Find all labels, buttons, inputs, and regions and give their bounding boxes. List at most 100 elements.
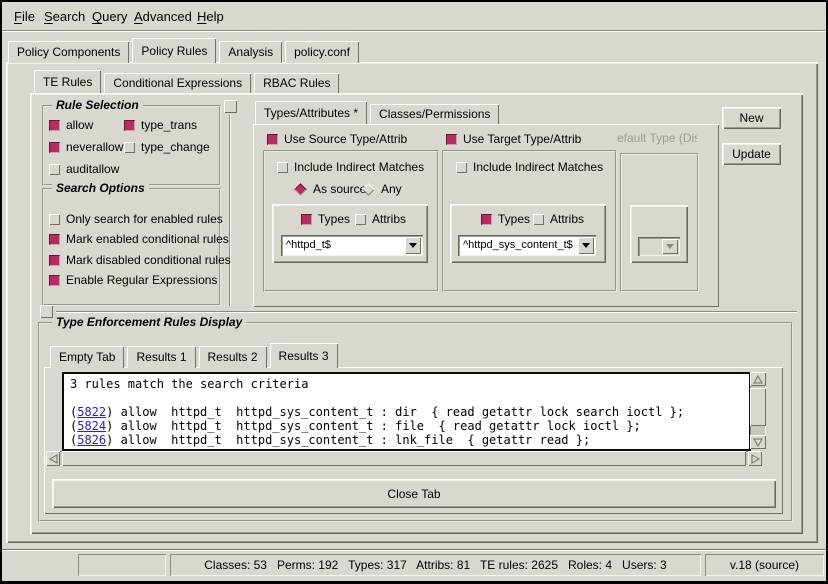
default-type-combobox — [638, 237, 680, 256]
checkbox-source-attribs[interactable]: Attribs — [355, 212, 406, 226]
checkbox-indicator — [49, 255, 60, 266]
checkbox-source-indirect[interactable]: Include Indirect Matches — [277, 160, 424, 174]
tab-conditional-expressions[interactable]: Conditional Expressions — [104, 73, 251, 93]
dropdown-arrow-icon[interactable] — [578, 237, 594, 254]
scroll-left-arrow[interactable] — [46, 451, 60, 466]
vertical-sash-handle[interactable] — [224, 100, 237, 113]
scroll-up-arrow[interactable] — [750, 372, 766, 386]
checkbox-indicator — [124, 120, 135, 131]
checkbox-type-trans[interactable]: type_trans — [124, 118, 197, 132]
vertical-sash-line[interactable] — [229, 115, 231, 306]
checkbox-indicator — [456, 162, 467, 173]
checkbox-source-types[interactable]: Types — [301, 212, 350, 226]
checkbox-mark-enabled-conditional[interactable]: Mark enabled conditional rules — [49, 232, 229, 246]
results-tab-bar: Empty Tab Results 1 Results 2 Results 3 — [50, 346, 338, 368]
rules-tab-bar: TE Rules Conditional Expressions RBAC Ru… — [34, 73, 339, 93]
dropdown-arrow-icon — [662, 239, 678, 254]
target-type-combobox[interactable]: ^httpd_sys_content_t$ — [458, 235, 596, 256]
apol-main-window: File Search Query Advanced Help Policy C… — [0, 0, 828, 584]
status-stats: Classes: 53 Perms: 192 Types: 317 Attrib… — [170, 554, 701, 576]
checkbox-indicator — [446, 134, 457, 145]
rule-id-link[interactable]: 5824 — [77, 419, 106, 433]
checkbox-target-types[interactable]: Types — [481, 212, 530, 226]
tab-rbac-rules[interactable]: RBAC Rules — [254, 73, 339, 93]
te-display-title: Type Enforcement Rules Display — [52, 315, 246, 329]
checkbox-only-enabled-rules[interactable]: Only search for enabled rules — [49, 212, 223, 226]
rule-line: (5824) allow httpd_t httpd_sys_content_t… — [70, 419, 749, 433]
radio-any[interactable]: Any — [362, 182, 402, 196]
radio-as-source[interactable]: As source — [294, 182, 366, 196]
tab-policy-conf[interactable]: policy.conf — [285, 41, 359, 63]
horizontal-sash-handle[interactable] — [40, 305, 53, 318]
menu-search[interactable]: Search — [44, 9, 85, 25]
status-version: v.18 (source) — [705, 554, 824, 576]
checkbox-indicator — [49, 275, 60, 286]
tab-policy-components[interactable]: Policy Components — [8, 41, 129, 63]
tab-analysis[interactable]: Analysis — [219, 41, 282, 63]
checkbox-indicator — [49, 142, 60, 153]
tab-te-rules[interactable]: TE Rules — [34, 70, 101, 93]
results-hscrollbar[interactable] — [46, 451, 762, 466]
hscroll-thumb[interactable] — [62, 451, 746, 466]
radio-indicator — [362, 183, 375, 196]
checkbox-indicator — [355, 214, 366, 225]
checkbox-use-target-type[interactable]: Use Target Type/Attrib — [446, 132, 581, 146]
search-options-title: Search Options — [52, 181, 149, 195]
menu-advanced[interactable]: Advanced — [134, 9, 192, 25]
rule-id-link[interactable]: 5822 — [77, 405, 106, 419]
update-button[interactable]: Update — [722, 143, 781, 165]
main-tab-bar: Policy Components Policy Rules Analysis … — [8, 41, 359, 63]
types-tab-bar: Types/Attributes * Classes/Permissions — [255, 104, 499, 124]
checkbox-target-indirect[interactable]: Include Indirect Matches — [456, 160, 603, 174]
checkbox-target-attribs[interactable]: Attribs — [533, 212, 584, 226]
checkbox-indicator — [49, 214, 60, 225]
rule-line: (5826) allow httpd_t httpd_sys_content_t… — [70, 433, 749, 447]
close-tab-button[interactable]: Close Tab — [52, 479, 776, 508]
scroll-right-arrow[interactable] — [748, 451, 762, 466]
menu-file[interactable]: File — [14, 9, 35, 25]
horizontal-sash-line[interactable] — [56, 311, 797, 313]
status-bar: Classes: 53 Perms: 192 Types: 317 Attrib… — [2, 549, 826, 582]
search-options-frame — [42, 188, 221, 306]
checkbox-use-source-type[interactable]: Use Source Type/Attrib — [267, 132, 407, 146]
menu-help[interactable]: Help — [197, 9, 224, 25]
results-tab-1[interactable]: Results 1 — [127, 346, 195, 368]
checkbox-indicator — [49, 234, 60, 245]
checkbox-allow[interactable]: allow — [49, 118, 93, 132]
checkbox-type-change[interactable]: type_change — [124, 140, 210, 154]
menu-bar: File Search Query Advanced Help — [2, 2, 826, 31]
tab-policy-rules[interactable]: Policy Rules — [132, 38, 216, 63]
results-tab-3[interactable]: Results 3 — [270, 343, 338, 368]
results-tab-empty[interactable]: Empty Tab — [50, 346, 124, 368]
results-summary: 3 rules match the search criteria — [70, 377, 749, 391]
checkbox-indicator — [49, 120, 60, 131]
new-button[interactable]: New — [722, 107, 781, 129]
checkbox-indicator — [481, 214, 492, 225]
checkbox-indicator — [124, 142, 135, 153]
vscroll-thumb[interactable] — [750, 388, 766, 426]
checkbox-indicator — [301, 214, 312, 225]
tab-classes-permissions[interactable]: Classes/Permissions — [370, 104, 499, 124]
rule-selection-title: Rule Selection — [52, 98, 143, 112]
checkbox-enable-regex[interactable]: Enable Regular Expressions — [49, 273, 217, 287]
default-type-label: efault Type (Disa — [617, 131, 697, 145]
checkbox-indicator — [533, 214, 544, 225]
tab-types-attributes[interactable]: Types/Attributes * — [255, 101, 367, 124]
dropdown-arrow-icon[interactable] — [405, 237, 421, 254]
checkbox-indicator — [49, 164, 60, 175]
checkbox-indicator — [267, 134, 278, 145]
results-text[interactable]: 3 rules match the search criteria (5822)… — [62, 372, 751, 451]
checkbox-auditallow[interactable]: auditallow — [49, 162, 119, 176]
menu-query[interactable]: Query — [92, 9, 127, 25]
checkbox-mark-disabled-conditional[interactable]: Mark disabled conditional rules — [49, 253, 231, 267]
scroll-down-arrow[interactable] — [750, 435, 766, 449]
results-vscrollbar[interactable] — [750, 372, 766, 449]
checkbox-neverallow[interactable]: neverallow — [49, 140, 123, 154]
checkbox-indicator — [277, 162, 288, 173]
radio-indicator — [294, 183, 307, 196]
results-tab-2[interactable]: Results 2 — [199, 346, 267, 368]
rule-id-link[interactable]: 5826 — [77, 433, 106, 447]
status-cell-empty — [78, 554, 166, 576]
source-type-combobox[interactable]: ^httpd_t$ — [281, 235, 423, 256]
rule-line: (5822) allow httpd_t httpd_sys_content_t… — [70, 405, 749, 419]
